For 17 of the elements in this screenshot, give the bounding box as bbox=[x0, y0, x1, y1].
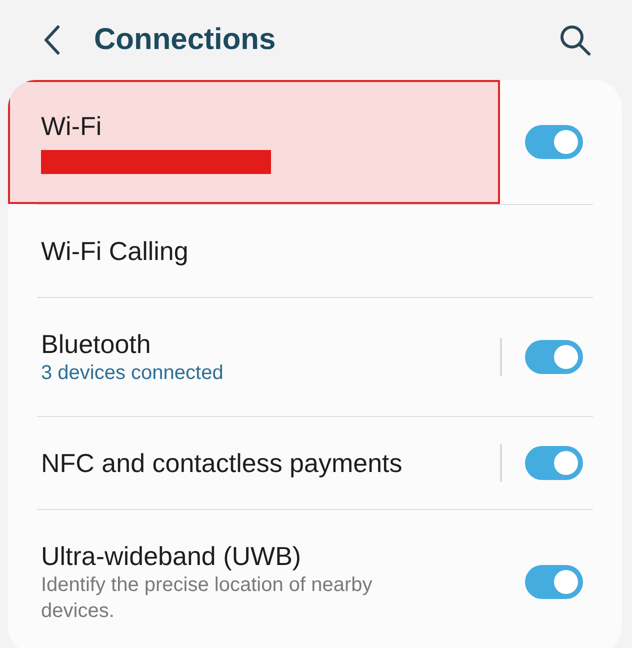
toggle-switch[interactable] bbox=[525, 340, 583, 374]
page-title: Connections bbox=[94, 23, 277, 57]
setting-text-area[interactable]: Ultra-wideband (UWB) Identify the precise location of nearby devices. bbox=[8, 510, 500, 648]
setting-title: Ultra-wideband (UWB) bbox=[41, 540, 302, 572]
toggle-switch[interactable] bbox=[525, 565, 583, 599]
description-text: Identify the precise location of nearby devices. bbox=[41, 573, 374, 624]
setting-text-area[interactable]: Bluetooth 3 devices connected bbox=[8, 298, 500, 416]
setting-title: Bluetooth bbox=[41, 328, 152, 360]
toggle-switch[interactable] bbox=[525, 125, 583, 159]
status-text: 3 devices connected bbox=[41, 361, 224, 386]
setting-title: NFC and contactless payments bbox=[41, 447, 404, 479]
setting-title: Wi-Fi bbox=[41, 110, 103, 142]
search-icon[interactable] bbox=[558, 23, 592, 57]
toggle-switch[interactable] bbox=[525, 446, 583, 480]
setting-text-area[interactable]: Wi-Fi Calling bbox=[8, 205, 500, 297]
setting-title: Wi-Fi Calling bbox=[41, 235, 190, 267]
setting-text-area[interactable]: NFC and contactless payments bbox=[8, 417, 500, 509]
